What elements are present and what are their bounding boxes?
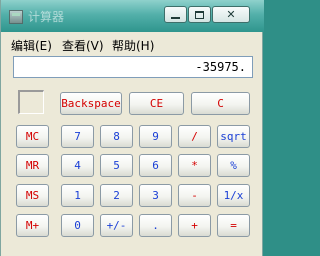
minimize-icon (171, 16, 180, 19)
digit-0-button[interactable]: 0 (61, 214, 94, 237)
sqrt-button[interactable]: sqrt (217, 125, 250, 148)
digit-6-button[interactable]: 6 (139, 154, 172, 177)
digit-5-button[interactable]: 5 (100, 154, 133, 177)
digit-9-button[interactable]: 9 (139, 125, 172, 148)
menu-edit[interactable]: 编辑(E) (11, 37, 52, 54)
memory-indicator (18, 90, 44, 114)
plus-minus-button[interactable]: +/- (100, 214, 133, 237)
menu-view[interactable]: 查看(V) (62, 37, 104, 54)
backspace-button[interactable]: Backspace (60, 92, 122, 115)
menu-help[interactable]: 帮助(H) (112, 37, 154, 54)
add-button[interactable]: + (178, 214, 211, 237)
calculator-icon (9, 10, 23, 24)
equals-button[interactable]: = (217, 214, 250, 237)
memory-clear-button[interactable]: MC (16, 125, 49, 148)
close-button[interactable]: ✕ (212, 6, 250, 23)
digit-2-button[interactable]: 2 (100, 184, 133, 207)
result-display[interactable]: -35975. (13, 56, 253, 78)
close-icon: ✕ (226, 8, 236, 21)
subtract-button[interactable]: - (178, 184, 211, 207)
memory-add-button[interactable]: M+ (16, 214, 49, 237)
digit-7-button[interactable]: 7 (61, 125, 94, 148)
divide-button[interactable]: / (178, 125, 211, 148)
memory-store-button[interactable]: MS (16, 184, 49, 207)
percent-button[interactable]: % (217, 154, 250, 177)
title-bar[interactable]: 计算器 ✕ (1, 0, 264, 32)
digit-3-button[interactable]: 3 (139, 184, 172, 207)
maximize-button[interactable] (188, 6, 211, 23)
memory-recall-button[interactable]: MR (16, 154, 49, 177)
digit-4-button[interactable]: 4 (61, 154, 94, 177)
minimize-button[interactable] (164, 6, 187, 23)
digit-8-button[interactable]: 8 (100, 125, 133, 148)
clear-entry-button[interactable]: CE (129, 92, 184, 115)
window-title: 计算器 (28, 10, 65, 24)
digit-1-button[interactable]: 1 (61, 184, 94, 207)
decimal-button[interactable]: . (139, 214, 172, 237)
reciprocal-button[interactable]: 1/x (217, 184, 250, 207)
menu-bar: 编辑(E) 查看(V) 帮助(H) (1, 32, 264, 54)
calculator-window: 计算器 ✕ 编辑(E) 查看(V) 帮助(H) -35975. Backspac… (0, 0, 264, 256)
clear-button[interactable]: C (191, 92, 250, 115)
multiply-button[interactable]: * (178, 154, 211, 177)
maximize-icon (195, 10, 204, 19)
